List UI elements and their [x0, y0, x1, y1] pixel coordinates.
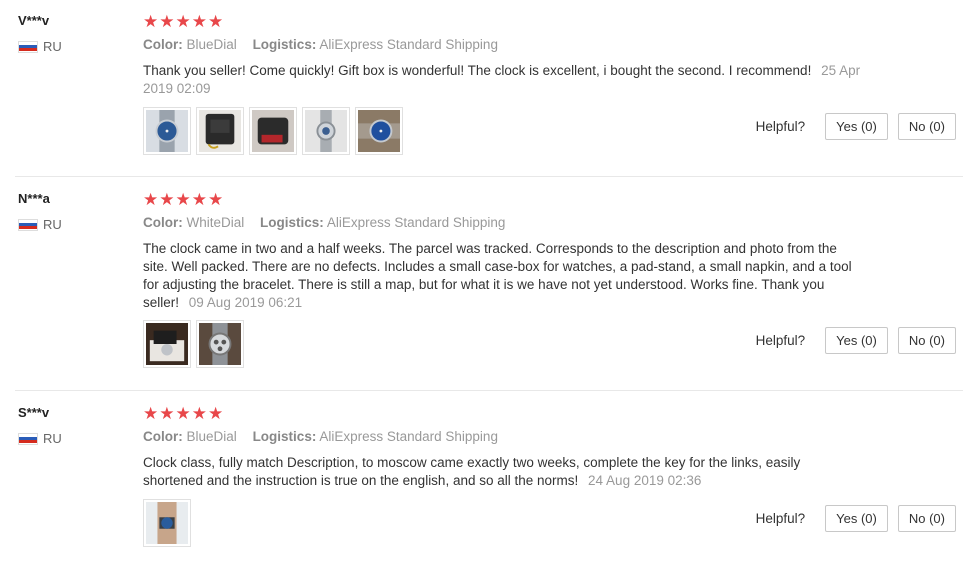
- russia-flag-icon: [18, 218, 38, 231]
- color-label: Color:: [143, 429, 183, 444]
- country-code: RU: [43, 431, 62, 446]
- helpful-label: Helpful?: [755, 119, 806, 134]
- review-divider: [15, 390, 963, 391]
- review-body: Clock class, fully match Description, to…: [143, 455, 801, 488]
- color-value: BlueDial: [186, 429, 237, 444]
- review-photos: [143, 107, 403, 155]
- review-date: 24 Aug 2019 02:36: [588, 473, 702, 488]
- helpful-no-button[interactable]: No (0): [897, 505, 956, 532]
- logistics-value: AliExpress Standard Shipping: [319, 37, 498, 52]
- reviewer-name: S***v: [18, 405, 50, 420]
- review-photos: [143, 499, 191, 547]
- reviewer-name: V***v: [18, 13, 50, 28]
- russia-flag-icon: [18, 432, 38, 445]
- helpful-vote: Helpful? Yes (0) No (0): [756, 505, 956, 532]
- star-rating: ★★★★★: [143, 12, 225, 31]
- helpful-no-button[interactable]: No (0): [897, 327, 956, 354]
- helpful-yes-button[interactable]: Yes (0): [825, 505, 888, 532]
- color-label: Color:: [143, 37, 183, 52]
- review-text: Clock class, fully match Description, to…: [143, 454, 863, 490]
- review-photo[interactable]: [355, 107, 403, 155]
- russia-flag-icon: [18, 40, 38, 53]
- review-text: Thank you seller! Come quickly! Gift box…: [143, 62, 863, 98]
- review-photo[interactable]: [249, 107, 297, 155]
- review-date: 09 Aug 2019 06:21: [188, 295, 303, 310]
- country-code: RU: [43, 39, 62, 54]
- star-rating: ★★★★★: [143, 404, 225, 423]
- reviewer-country: RU: [18, 217, 62, 232]
- review-text: The clock came in two and a half weeks. …: [143, 240, 863, 312]
- helpful-vote: Helpful? Yes (0) No (0): [756, 327, 956, 354]
- logistics-value: AliExpress Standard Shipping: [319, 429, 498, 444]
- order-info: Color: WhiteDial Logistics: AliExpress S…: [143, 215, 505, 230]
- review-divider: [15, 176, 963, 177]
- review-photos: [143, 320, 244, 368]
- reviewer-country: RU: [18, 39, 62, 54]
- helpful-vote: Helpful? Yes (0) No (0): [756, 113, 956, 140]
- helpful-yes-button[interactable]: Yes (0): [825, 327, 888, 354]
- helpful-no-button[interactable]: No (0): [897, 113, 956, 140]
- color-value: BlueDial: [186, 37, 237, 52]
- color-label: Color:: [143, 215, 183, 230]
- order-info: Color: BlueDial Logistics: AliExpress St…: [143, 37, 498, 52]
- reviewer-name: N***a: [18, 191, 50, 206]
- order-info: Color: BlueDial Logistics: AliExpress St…: [143, 429, 498, 444]
- helpful-label: Helpful?: [755, 333, 806, 348]
- logistics-label: Logistics:: [252, 429, 317, 444]
- star-rating: ★★★★★: [143, 190, 225, 209]
- color-value: WhiteDial: [186, 215, 245, 230]
- helpful-yes-button[interactable]: Yes (0): [825, 113, 888, 140]
- review-photo[interactable]: [143, 320, 191, 368]
- review-body: Thank you seller! Come quickly! Gift box…: [143, 63, 812, 78]
- logistics-label: Logistics:: [252, 37, 317, 52]
- review-photo[interactable]: [143, 107, 191, 155]
- helpful-label: Helpful?: [755, 511, 806, 526]
- logistics-value: AliExpress Standard Shipping: [326, 215, 506, 230]
- review-photo[interactable]: [143, 499, 191, 547]
- review-photo[interactable]: [302, 107, 350, 155]
- review-photo[interactable]: [196, 107, 244, 155]
- logistics-label: Logistics:: [260, 215, 324, 230]
- review-photo[interactable]: [196, 320, 244, 368]
- reviewer-country: RU: [18, 431, 62, 446]
- country-code: RU: [43, 217, 62, 232]
